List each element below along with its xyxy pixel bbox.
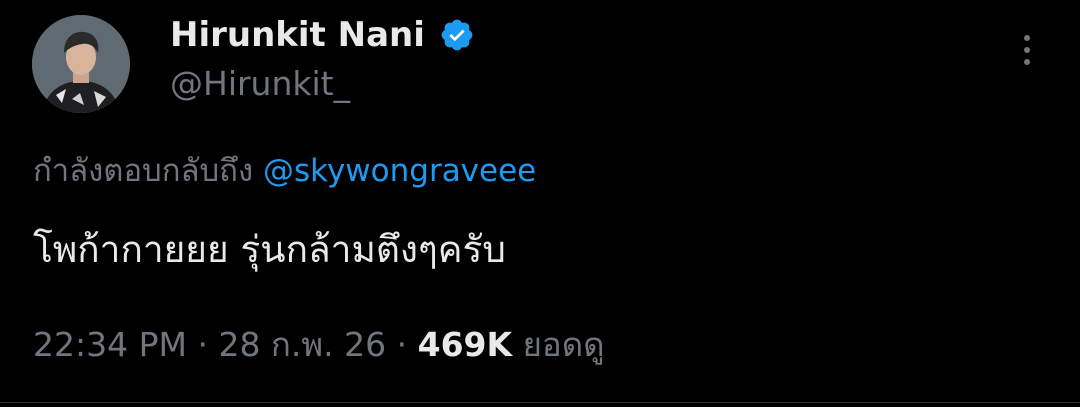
avatar[interactable]: [32, 15, 130, 113]
verified-badge-icon[interactable]: [439, 17, 475, 53]
replying-to-label: กำลังตอบกลับถึง: [33, 153, 254, 189]
meta-separator: ·: [186, 325, 219, 364]
tweet-meta: 22:34 PM · 28 ก.พ. 26 · 469K ยอดดู: [33, 318, 605, 371]
author-name-row: Hirunkit Nani: [170, 10, 475, 60]
tweet: Hirunkit Nani @Hirunkit_ กำลังตอบกลับถึง…: [0, 0, 1080, 407]
tweet-time[interactable]: 22:34 PM: [33, 325, 187, 364]
replying-to: กำลังตอบกลับถึง @skywongraveee: [33, 145, 536, 195]
tweet-text: โพก้ากายยย รุ่นกล้ามตึงๆครับ: [33, 228, 506, 271]
tweet-date[interactable]: 28 ก.พ. 26: [218, 325, 386, 364]
meta-separator: ·: [386, 325, 418, 364]
divider: [0, 402, 1080, 403]
display-name[interactable]: Hirunkit Nani: [170, 15, 425, 55]
view-label: ยอดดู: [522, 325, 605, 364]
reply-mention-link[interactable]: @skywongraveee: [263, 153, 536, 189]
more-options-icon[interactable]: [1012, 30, 1042, 70]
view-count[interactable]: 469K: [418, 325, 512, 364]
author-handle[interactable]: @Hirunkit_: [170, 64, 350, 103]
avatar-photo: [32, 15, 130, 113]
